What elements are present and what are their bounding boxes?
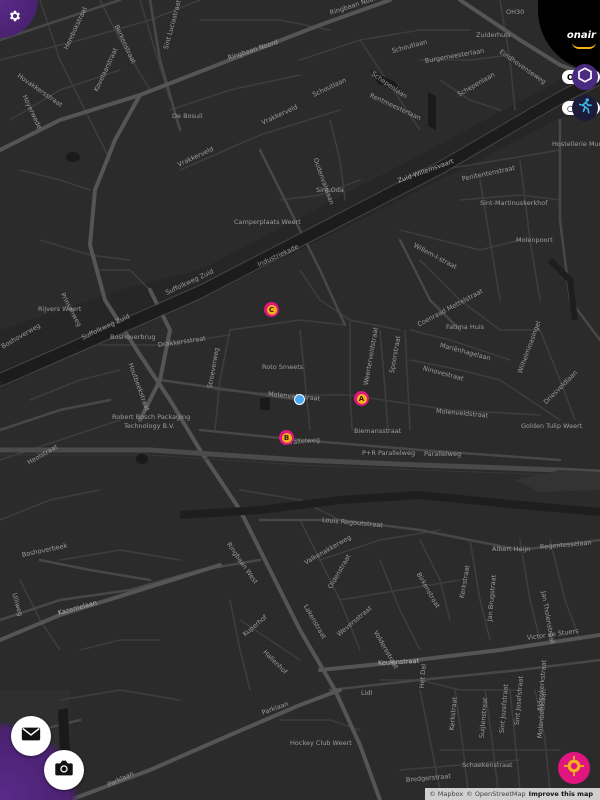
label-het-dal: Het Dal [417,663,428,689]
label-molenpoort: Molenpoort [516,236,553,244]
hexagon-toggle-badge[interactable] [572,64,598,90]
label-lidl: Lidl [361,689,373,697]
label-camperplaats: Camperplaats Weert [234,218,301,226]
marker-b-badge: B [281,432,292,443]
marker-a-letter: A [358,394,365,403]
label-sint-oda: Sint Oda [316,186,344,194]
mail-button[interactable] [11,716,51,756]
label-golden-tulip: Golden Tulip Weert [521,422,583,430]
map-screen: { "map": { "attribution": { "mapbox": "©… [0,0,600,800]
logo-swoosh-icon [572,42,596,49]
user-location-dot [294,394,305,405]
label-zuiderhuis: Zuiderhuis [476,31,511,39]
label-albert-heijn: Albert Heijn [492,545,531,553]
onair-logo: onair [566,30,596,41]
label-pr-parallelweg: P+R Parallelweg [362,449,416,457]
label-robert-bosch: Robert Bosch Packaging [112,413,191,421]
label-biemansstraat: Biemansstraat [354,427,402,435]
camera-button[interactable] [44,750,84,790]
camera-icon [53,757,75,783]
label-boshoverbrug: Boshoverbrug [110,333,156,341]
marker-c-letter: C [268,305,275,314]
marker-c[interactable]: C [264,302,279,317]
improve-map-link[interactable]: Improve this map [529,790,593,798]
scan-button[interactable] [558,752,590,784]
marker-a-badge: A [356,393,367,404]
mapbox-attribution[interactable]: © Mapbox [429,790,463,798]
label-hockey-club: Hockey Club Weert [290,739,352,747]
label-robert-bosch-2: Technology B.V. [124,422,175,430]
label-parallelweg-2: Parallelweg [424,450,462,458]
hexagon-icon [577,67,593,87]
marker-c-badge: C [266,304,277,315]
map-attribution: © Mapbox © OpenStreetMap Improve this ma… [425,788,600,800]
running-person-icon [576,97,594,119]
marker-a[interactable]: A [354,391,369,406]
label-hostellerie: Hostellerie Mun [552,140,600,148]
gear-icon[interactable] [8,8,22,22]
marker-b[interactable]: B [279,430,294,445]
activity-toggle-badge[interactable] [572,95,598,121]
label-de-bosuil: De Bosuil [172,112,203,120]
label-roto-smeets: Roto Smeets [262,363,304,371]
settings-corner[interactable] [0,0,44,44]
label-oh30: OH30 [506,8,525,16]
label-sint-martinuskerkhof: Sint-Martinuskerkhof [480,199,548,207]
label-fatima-huis: Fatima Huis [446,323,485,331]
target-icon [563,755,585,781]
label-schaekenstraat: Schaekenstraat [462,761,513,769]
osm-attribution[interactable]: © OpenStreetMap [466,790,525,798]
marker-b-letter: B [283,433,290,442]
envelope-icon [20,723,42,749]
